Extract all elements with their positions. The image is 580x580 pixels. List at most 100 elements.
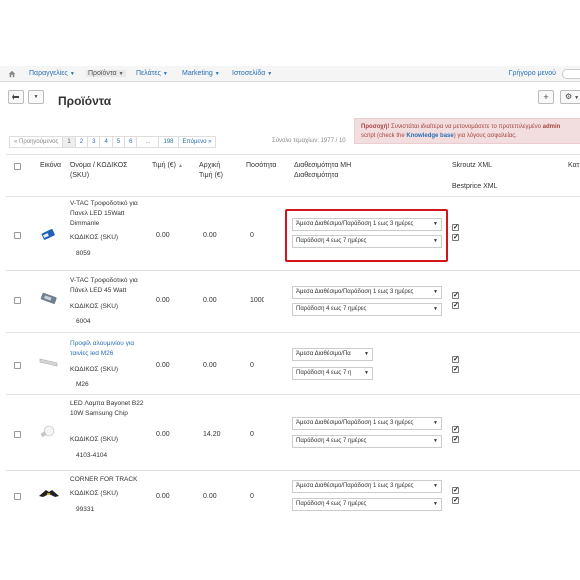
product-name[interactable]: V-TAC Τροφοδοτικό για Πανελ LED 15Watt D… — [70, 199, 148, 229]
price-value[interactable]: 0.00 — [156, 297, 170, 304]
pagination-next[interactable]: Επόμενο » — [177, 136, 217, 148]
product-name[interactable]: LED Λαμπα Bayonet B22 10W Samsung Chip — [70, 399, 148, 419]
initial-price-value[interactable]: 0.00 — [203, 362, 217, 369]
pagination-ellipsis: ... — [136, 136, 160, 148]
aluminum-profile-icon — [39, 358, 58, 367]
pagination-page[interactable]: 198 — [158, 136, 179, 148]
select-arrow-icon: ▼ — [433, 483, 438, 489]
back-dropdown-button[interactable]: ▼ — [28, 90, 44, 104]
quantity-value[interactable]: 1000 — [250, 297, 264, 304]
skroutz-checkbox[interactable]: ✓ — [452, 292, 459, 299]
quantity-value[interactable]: 0 — [250, 431, 254, 438]
quick-menu-link[interactable]: Γρήγορο μενού — [509, 70, 556, 77]
sku-label: ΚΩΔΙΚΟΣ (SKU) — [70, 303, 119, 310]
sku-value: 8059 — [76, 250, 91, 257]
quantity-value[interactable]: 0 — [250, 493, 254, 500]
row-divider — [6, 332, 580, 333]
header-name-sku[interactable]: Όνομα / ΚΩΔΙΚΟΣ (SKU) — [70, 161, 144, 181]
product-name[interactable]: CORNER FOR TRACK — [70, 475, 148, 485]
header-availability[interactable]: Διαθεσιμότητα ΜΗ Διαθεσιμότητα — [294, 161, 376, 181]
header-image: Εικόνα — [40, 162, 62, 169]
sku-value: M26 — [76, 381, 89, 388]
row-divider — [6, 470, 580, 471]
bestprice-checkbox[interactable]: ✓ — [452, 436, 459, 443]
initial-price-value[interactable]: 0.00 — [203, 493, 217, 500]
pagination-page[interactable]: 3 — [87, 136, 101, 148]
sku-value: 4103-4104 — [76, 452, 108, 459]
top-navbar: Παραγγελίες ▼ Προϊόντα ▼ Πελάτες ▼ Marketin… — [0, 66, 580, 82]
select-all-checkbox[interactable] — [14, 163, 21, 170]
knowledge-base-link[interactable]: Knowledge base — [406, 133, 453, 139]
home-icon[interactable] — [8, 70, 16, 78]
bestprice-checkbox[interactable]: ✓ — [452, 366, 459, 373]
header-skroutz-xml[interactable]: Skroutz XML — [452, 161, 492, 171]
skroutz-checkbox[interactable]: ✓ — [452, 426, 459, 433]
header-category[interactable]: Κατ — [568, 161, 579, 171]
sku-label: ΚΩΔΙΚΟΣ (SKU) — [70, 436, 119, 443]
bestprice-checkbox[interactable]: ✓ — [452, 234, 459, 241]
settings-button[interactable]: ⚙ ▼ — [560, 90, 580, 104]
row-checkbox[interactable] — [14, 493, 21, 500]
pagination-prev[interactable]: « Προηγούμενος — [9, 136, 64, 148]
price-value[interactable]: 0.00 — [156, 493, 170, 500]
price-value[interactable]: 0.00 — [156, 431, 170, 438]
row-checkbox[interactable] — [14, 431, 21, 438]
header-bestprice-xml[interactable]: Bestprice XML — [452, 182, 498, 192]
header-quantity[interactable]: Ποσότητα — [246, 161, 276, 171]
availability-select[interactable]: Άμεσα Διαθέσιμο/Παράδοση 1 εως 3 ημέρες ▼ — [292, 480, 442, 493]
availability-select[interactable]: Άμεσα Διαθέσιμο/Πα ▼ — [292, 348, 373, 361]
caret-down-icon: ▼ — [33, 94, 39, 100]
unavailability-select[interactable]: Παράδοση 4 εως 7 η ▼ — [292, 367, 373, 380]
quick-menu-toggle[interactable] — [562, 69, 580, 79]
add-product-button[interactable]: + — [538, 90, 554, 104]
unavailability-select[interactable]: Παράδοση 4 εως 7 ημέρες ▼ — [292, 435, 442, 448]
caret-down-icon: ▼ — [574, 95, 580, 101]
sku-value: 6004 — [76, 318, 91, 325]
bestprice-checkbox[interactable]: ✓ — [452, 302, 459, 309]
skroutz-checkbox[interactable]: ✓ — [452, 224, 459, 231]
unavailability-select[interactable]: Παράδοση 4 εως 7 ημέρες ▼ — [292, 303, 442, 316]
nav-customers[interactable]: Πελάτες ▼ — [136, 70, 168, 77]
quantity-value[interactable]: 0 — [250, 362, 254, 369]
select-arrow-icon: ▼ — [433, 438, 438, 444]
product-name-link[interactable]: Προφίλ αλουμινίου για ταινίες led M26 — [70, 339, 148, 359]
sort-asc-icon: ▲ — [177, 163, 183, 169]
quantity-value[interactable]: 0 — [250, 232, 254, 239]
price-value[interactable]: 0.00 — [156, 232, 170, 239]
header-initial-price[interactable]: Αρχική Τιμή (€) — [199, 161, 231, 181]
pagination-page[interactable]: 1 — [62, 136, 76, 148]
row-checkbox[interactable] — [14, 297, 21, 304]
header-price[interactable]: Τιμή (€) ▲ — [152, 161, 183, 171]
back-arrow-icon — [12, 94, 19, 100]
availability-select[interactable]: Άμεσα Διαθέσιμο/Παράδοση 1 εως 3 ημέρες ▼ — [292, 286, 442, 299]
nav-website[interactable]: Ιστοσελίδα ▼ — [232, 70, 272, 77]
nav-orders[interactable]: Παραγγελίες ▼ — [29, 70, 75, 77]
price-value[interactable]: 0.00 — [156, 362, 170, 369]
led-bulb-icon — [40, 425, 55, 437]
initial-price-value[interactable]: 0.00 — [203, 297, 217, 304]
pagination-page[interactable]: 4 — [99, 136, 113, 148]
initial-price-value[interactable]: 14.20 — [203, 431, 221, 438]
unavailability-select[interactable]: Παράδοση 4 εως 7 ημέρες ▼ — [292, 498, 442, 511]
row-checkbox[interactable] — [14, 362, 21, 369]
pagination-page[interactable]: 6 — [124, 136, 138, 148]
pagination-page[interactable]: 5 — [111, 136, 126, 148]
product-name[interactable]: V-TAC Τροφοδοτικό για Πάνελ LED 45 Watt — [70, 276, 148, 296]
gear-icon: ⚙ — [565, 92, 573, 101]
nav-marketing[interactable]: Marketing ▼ — [182, 70, 220, 77]
row-checkbox[interactable] — [14, 232, 21, 239]
skroutz-checkbox[interactable]: ✓ — [452, 356, 459, 363]
row-divider — [6, 394, 580, 395]
nav-products[interactable]: Προϊόντα ▼ — [86, 70, 126, 77]
availability-select[interactable]: Άμεσα Διαθέσιμο/Παράδοση 1 εως 3 ημέρες ▼ — [292, 417, 442, 430]
led-driver-icon — [41, 229, 55, 240]
back-button[interactable] — [8, 90, 24, 104]
initial-price-value[interactable]: 0.00 — [203, 232, 217, 239]
select-arrow-icon: ▼ — [364, 370, 369, 376]
bestprice-checkbox[interactable]: ✓ — [452, 497, 459, 504]
pagination-page[interactable]: 2 — [74, 136, 89, 148]
sku-label: ΚΩΔΙΚΟΣ (SKU) — [70, 366, 119, 373]
table-top-border — [6, 154, 580, 155]
availability-highlight-box — [285, 209, 448, 262]
skroutz-checkbox[interactable]: ✓ — [452, 487, 459, 494]
